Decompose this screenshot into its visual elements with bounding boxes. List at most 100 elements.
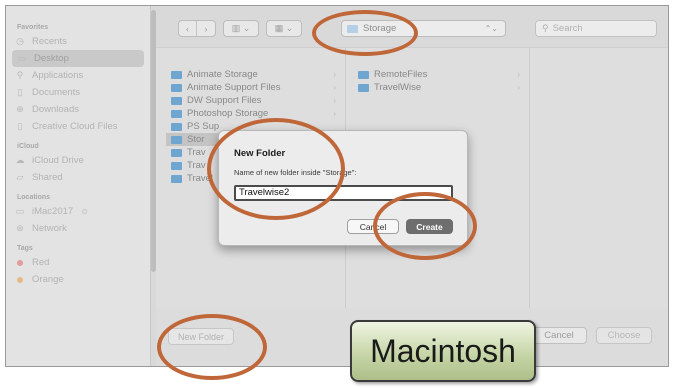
dialog-create-button[interactable]: Create bbox=[406, 219, 453, 234]
grid-view-icon: ▦ ⌄ bbox=[274, 23, 294, 33]
sidebar-item-label: Documents bbox=[32, 87, 81, 98]
location-popup[interactable]: Storage ⌃⌄ bbox=[341, 20, 506, 37]
sidebar-item-label: Network bbox=[32, 223, 67, 234]
tag-dot-orange-icon bbox=[14, 275, 26, 285]
search-icon: ⚲ bbox=[542, 23, 549, 33]
document-icon: ▯ bbox=[17, 87, 23, 97]
chevron-right-icon: › bbox=[517, 83, 520, 92]
sidebar-item-network[interactable]: ⊛ Network bbox=[6, 220, 150, 237]
item-label: PS Sup bbox=[187, 121, 220, 132]
folder-icon bbox=[171, 83, 182, 92]
sidebar-item-applications[interactable]: ⚲ Applications bbox=[6, 67, 150, 84]
new-folder-button[interactable]: New Folder bbox=[168, 328, 234, 345]
view-mode-columns-button[interactable]: ▥ ⌄ bbox=[223, 20, 259, 37]
folder-icon bbox=[358, 83, 369, 92]
sidebar-item-tag-orange[interactable]: Orange bbox=[6, 271, 150, 288]
columns-view-icon: ▥ ⌄ bbox=[231, 23, 251, 33]
forward-button[interactable]: › bbox=[197, 21, 215, 36]
globe-icon: ⊛ bbox=[16, 223, 24, 233]
updown-arrows-icon: ⌃⌄ bbox=[484, 24, 498, 33]
sidebar-item-label: Applications bbox=[32, 70, 84, 81]
list-item[interactable]: Photoshop Storage › bbox=[166, 107, 345, 120]
chevron-right-icon: › bbox=[333, 109, 336, 118]
list-item[interactable]: RemoteFiles › bbox=[346, 68, 529, 81]
list-item[interactable]: Animate Support Files › bbox=[166, 81, 345, 94]
sidebar-item-label: Orange bbox=[32, 274, 64, 285]
folder-icon bbox=[171, 174, 182, 183]
shared-folder-icon: ▱ bbox=[16, 172, 24, 182]
item-label: Photoshop Storage bbox=[187, 108, 269, 119]
sidebar-item-label: Creative Cloud Files bbox=[32, 121, 118, 132]
chevron-left-icon: ‹ bbox=[186, 23, 189, 34]
navigation-buttons: ‹ › bbox=[178, 20, 216, 37]
clock-icon: ◷ bbox=[16, 36, 24, 46]
sidebar-item-label: iMac2017 bbox=[32, 206, 74, 217]
item-label: TravelWise bbox=[374, 82, 422, 93]
sidebar-item-label: Shared bbox=[32, 172, 63, 183]
sidebar-section-icloud: iCloud bbox=[17, 143, 39, 150]
item-label: DW Support Files bbox=[187, 95, 262, 106]
download-icon: ⊕ bbox=[16, 104, 24, 114]
eject-icon[interactable]: ⊜ bbox=[81, 207, 88, 216]
chevron-right-icon: › bbox=[517, 70, 520, 79]
sidebar-section-tags: Tags bbox=[17, 245, 33, 252]
folder-icon bbox=[171, 96, 182, 105]
sidebar-item-icloud-drive[interactable]: ☁ iCloud Drive bbox=[6, 152, 150, 169]
folder-name-input[interactable]: Travelwise2 bbox=[234, 185, 453, 201]
new-folder-dialog: New Folder Name of new folder inside "St… bbox=[218, 130, 468, 246]
folder-icon bbox=[171, 161, 182, 170]
item-label: Travel bbox=[187, 173, 214, 184]
sidebar-item-shared[interactable]: ▱ Shared bbox=[6, 169, 150, 186]
choose-button[interactable]: Choose bbox=[596, 327, 652, 344]
view-mode-grid-button[interactable]: ▦ ⌄ bbox=[266, 20, 302, 37]
macintosh-caption: Macintosh bbox=[350, 320, 536, 382]
sidebar-item-label: Red bbox=[32, 257, 50, 268]
desktop-icon: ▭ bbox=[17, 53, 27, 63]
item-label: Animate Support Files bbox=[187, 82, 281, 93]
list-item[interactable]: TravelWise › bbox=[346, 81, 529, 94]
chevron-right-icon: › bbox=[204, 23, 208, 34]
back-button[interactable]: ‹ bbox=[179, 21, 197, 36]
dialog-prompt: Name of new folder inside "Storage": bbox=[234, 168, 357, 177]
sidebar-item-imac2017[interactable]: ▭ iMac2017 ⊜ bbox=[6, 203, 150, 220]
cancel-button[interactable]: Cancel bbox=[531, 327, 587, 344]
sidebar-item-label: Downloads bbox=[32, 104, 79, 115]
list-item[interactable]: DW Support Files › bbox=[166, 94, 345, 107]
sidebar-item-desktop[interactable]: ▭ Desktop bbox=[12, 50, 144, 67]
sidebar-item-label: Desktop bbox=[34, 53, 69, 64]
chevron-right-icon: › bbox=[333, 70, 336, 79]
computer-icon: ▭ bbox=[15, 206, 25, 216]
chevron-right-icon: › bbox=[333, 83, 336, 92]
sidebar-item-tag-red[interactable]: Red bbox=[6, 254, 150, 271]
tag-dot-red-icon bbox=[14, 258, 26, 268]
sidebar-item-creative-cloud-files[interactable]: ▯ Creative Cloud Files bbox=[6, 118, 150, 135]
sidebar-item-label: Recents bbox=[32, 36, 67, 47]
folder-icon bbox=[171, 109, 182, 118]
folder-icon bbox=[171, 148, 182, 157]
folder-icon bbox=[347, 24, 358, 33]
item-label: Stor bbox=[187, 134, 205, 145]
item-label: Trav bbox=[187, 160, 206, 171]
search-placeholder: Search bbox=[552, 23, 583, 34]
dialog-title: New Folder bbox=[234, 148, 286, 159]
sidebar-item-documents[interactable]: ▯ Documents bbox=[6, 84, 150, 101]
search-input[interactable]: ⚲ Search bbox=[535, 20, 657, 37]
list-item[interactable]: Animate Storage › bbox=[166, 68, 345, 81]
sidebar-item-label: iCloud Drive bbox=[32, 155, 84, 166]
item-label: Animate Storage bbox=[187, 69, 258, 80]
toolbar: ‹ › ▥ ⌄ ▦ ⌄ Storage ⌃⌄ ⚲ Search bbox=[166, 18, 658, 40]
cloud-icon: ☁ bbox=[15, 155, 25, 165]
folder-icon bbox=[171, 135, 182, 144]
document-icon: ▯ bbox=[17, 121, 23, 131]
chevron-right-icon: › bbox=[333, 96, 336, 105]
browser-column-3 bbox=[530, 48, 668, 310]
sidebar-item-recents[interactable]: ◷ Recents bbox=[6, 33, 150, 50]
item-label: RemoteFiles bbox=[374, 69, 428, 80]
folder-icon bbox=[171, 70, 182, 79]
sidebar-item-downloads[interactable]: ⊕ Downloads bbox=[6, 101, 150, 118]
applications-icon: ⚲ bbox=[16, 70, 24, 80]
dialog-cancel-button[interactable]: Cancel bbox=[347, 219, 399, 234]
folder-icon bbox=[171, 122, 182, 131]
sidebar-section-locations: Locations bbox=[17, 194, 51, 201]
folder-icon bbox=[358, 70, 369, 79]
